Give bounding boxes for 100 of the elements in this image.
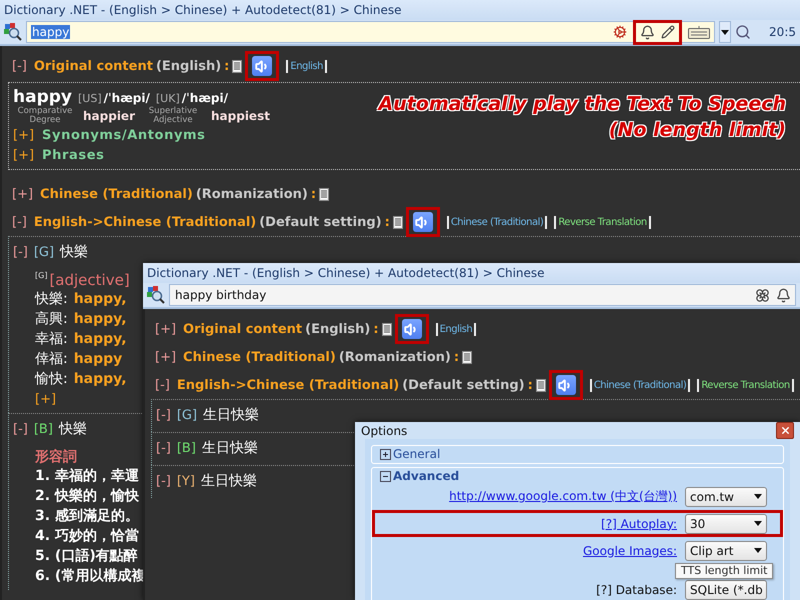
document-icon[interactable] [232, 60, 242, 72]
bell-icon[interactable] [640, 24, 656, 40]
toggle-marker[interactable]: [-] [156, 474, 171, 488]
dropdown-button[interactable] [719, 21, 732, 43]
term-label: 倖福: [35, 350, 68, 368]
section-link[interactable]: Synonyms/Antonyms [42, 128, 206, 142]
section-title: Chinese (Traditional) [40, 186, 193, 202]
tooltip: TTS length limit [675, 563, 774, 579]
search-field[interactable]: happy birthday [169, 284, 796, 306]
sense-text: 4. 巧妙的，恰當 [35, 527, 139, 545]
form-label: Comparative Degree [16, 107, 74, 125]
caret-icon [721, 30, 730, 34]
toggle-marker[interactable]: [-] [12, 58, 27, 74]
search-field[interactable]: happy [26, 21, 716, 43]
sense-text: 2. 快樂的，愉快 [35, 487, 139, 505]
translation-text: happy, [74, 331, 127, 347]
source-tag: [Y] [176, 474, 195, 488]
bell-icon[interactable] [776, 288, 791, 302]
colon-mark: : [310, 186, 316, 202]
toggle-marker[interactable]: [-] [156, 440, 171, 456]
group-heading: 生日快樂 [202, 439, 258, 457]
toggle-marker[interactable]: [+] [13, 128, 34, 142]
document-icon[interactable] [319, 188, 330, 200]
form-label: Superlative Adjective [148, 107, 198, 125]
magnifier-app-icon [4, 23, 22, 41]
document-icon[interactable] [462, 350, 472, 364]
speaker-button[interactable] [252, 56, 272, 76]
language-link[interactable]: Reverse Translation [554, 216, 651, 228]
speaker-button[interactable] [556, 375, 576, 395]
plus-box-icon[interactable] [380, 448, 391, 460]
toggle-marker[interactable]: [-] [13, 422, 28, 436]
dialog-title: Options [361, 424, 408, 438]
translation-text: happy, [74, 311, 127, 327]
term-label: 愉快: [35, 370, 68, 388]
language-link[interactable]: Chinese (Traditional) [446, 216, 548, 228]
word-form: happier [83, 109, 135, 123]
setting-label: [?] Database: [596, 582, 677, 596]
magnifier-app-icon [147, 286, 165, 304]
gear-icon[interactable] [613, 25, 628, 39]
phonetic-text: /ˈhæpi/ [104, 91, 150, 105]
toggle-marker[interactable]: [+] [155, 322, 176, 336]
language-link[interactable]: Reverse Translation [697, 378, 794, 392]
search-icon[interactable] [735, 24, 752, 40]
window-title: Dictionary .NET - (English > Chinese) + Autodetect(81) > Chinese [147, 266, 545, 280]
group-label[interactable]: Advanced [393, 469, 460, 483]
headword: happy [13, 87, 72, 107]
translation-text: happy [74, 351, 122, 367]
colon-mark: : [373, 322, 379, 336]
flower-icon[interactable] [755, 288, 770, 302]
speaker-button[interactable] [402, 319, 422, 339]
setting-link[interactable]: Google Images: [582, 544, 677, 558]
colon-mark: : [224, 58, 230, 74]
translation-text: happy, [74, 371, 127, 387]
setting-link[interactable]: http://www.google.com.tw (中文(台灣)) [449, 488, 677, 505]
word-form: happiest [211, 109, 270, 123]
setting-link[interactable]: [?] Autoplay: [601, 516, 677, 530]
colon-mark: : [384, 214, 390, 230]
sense-text: 3. 感到滿足的。 [35, 507, 139, 525]
caret-icon [754, 521, 762, 526]
language-link[interactable]: English [286, 60, 327, 72]
section-language: (English) [156, 58, 222, 74]
toggle-marker[interactable]: [+] [155, 350, 176, 364]
close-button[interactable] [776, 422, 794, 439]
speaker-button[interactable] [412, 212, 433, 232]
toggle-marker[interactable]: [+] [13, 148, 34, 162]
document-icon[interactable] [536, 378, 546, 392]
group-label[interactable]: General [393, 447, 440, 461]
part-of-speech: 形容詞 [35, 448, 77, 466]
dropdown[interactable]: Clip art [685, 540, 767, 560]
sense-text: 1. 幸福的，幸運 [35, 467, 139, 485]
section-language: (Default setting) [402, 378, 525, 392]
section-title: Original content [183, 322, 302, 336]
pencil-icon[interactable] [661, 25, 676, 39]
search-text: happy birthday [174, 288, 268, 302]
toggle-marker[interactable]: [-] [155, 378, 170, 392]
toggle-marker[interactable]: [-] [13, 244, 28, 260]
dropdown[interactable]: com.tw [685, 486, 767, 506]
source-tag: [G] [34, 244, 54, 260]
dropdown[interactable]: 30 [685, 514, 767, 534]
colon-mark: : [528, 378, 533, 392]
source-tag: [G] [176, 408, 198, 422]
toggle-marker[interactable]: [-] [156, 408, 171, 422]
term-label: 高興: [35, 310, 68, 328]
toggle-marker[interactable]: [-] [12, 214, 27, 230]
section-language: (Default setting) [259, 214, 382, 230]
region-label: [US] [78, 92, 102, 105]
section-link[interactable]: Phrases [42, 148, 105, 162]
document-icon[interactable] [392, 216, 403, 228]
language-link[interactable]: English [436, 322, 476, 336]
toggle-marker[interactable]: [+] [35, 392, 56, 406]
minus-box-icon[interactable] [380, 470, 391, 482]
source-tag: [B] [34, 422, 53, 436]
section-title: Chinese (Traditional) [183, 350, 336, 364]
group-heading: 快樂 [58, 420, 87, 438]
toggle-marker[interactable]: [+] [12, 186, 34, 202]
dropdown[interactable]: SQLite (*.db [685, 580, 767, 600]
document-icon[interactable] [382, 322, 392, 336]
language-link[interactable]: Chinese (Traditional) [590, 378, 690, 392]
keyboard-icon[interactable] [688, 25, 710, 39]
group-heading: 快樂 [60, 243, 88, 261]
